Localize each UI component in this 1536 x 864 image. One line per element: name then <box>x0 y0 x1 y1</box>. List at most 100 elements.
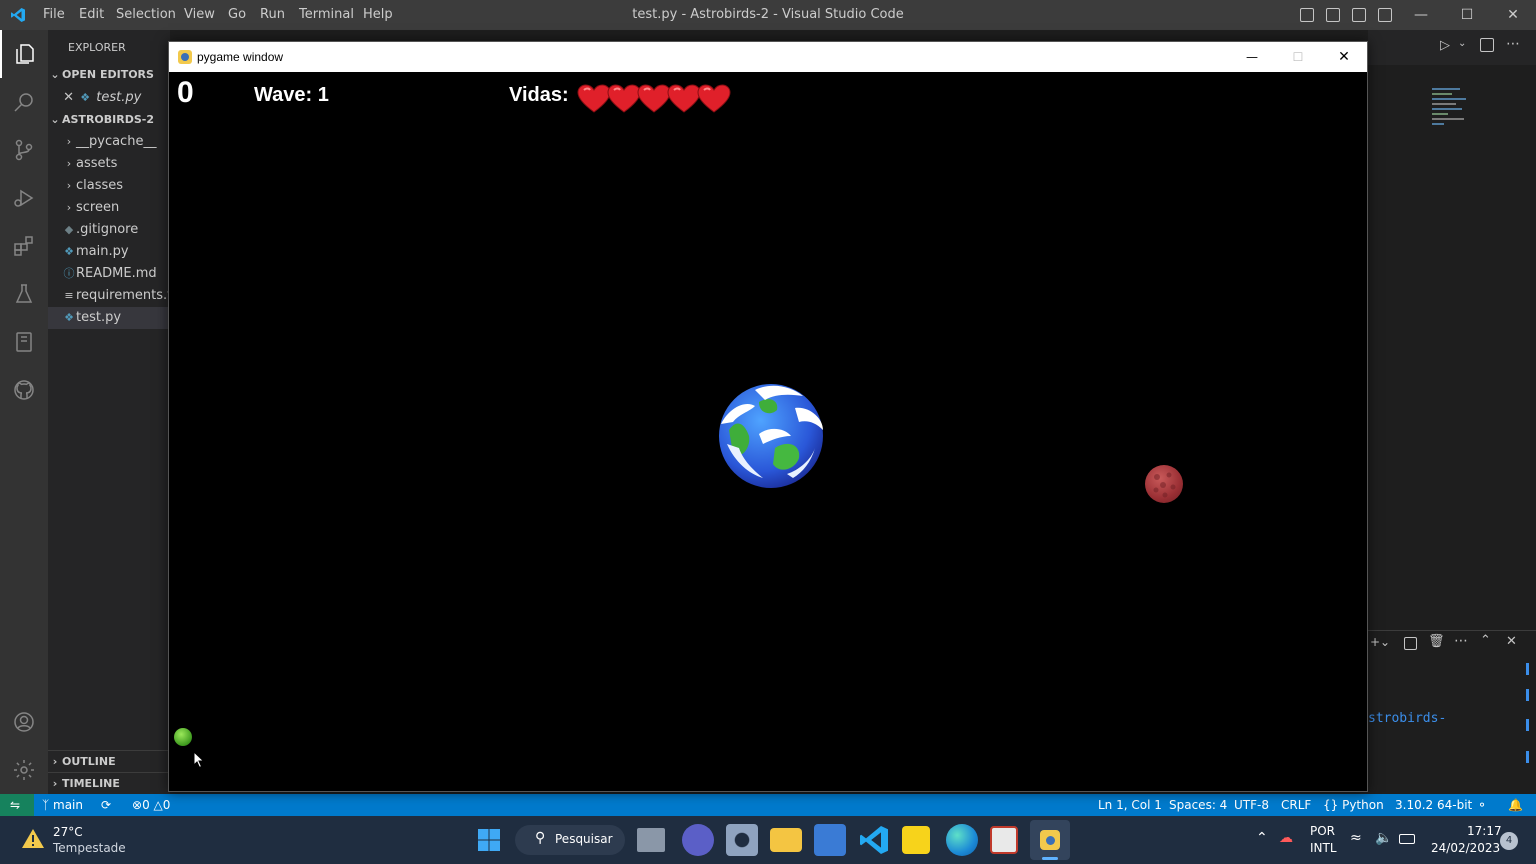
menu-terminal[interactable]: Terminal <box>299 0 354 30</box>
battery-icon[interactable] <box>1399 834 1415 844</box>
minimize-button[interactable]: — <box>1398 0 1444 30</box>
menu-selection[interactable]: Selection <box>116 0 176 30</box>
wifi-icon[interactable]: ≈ <box>1350 830 1362 846</box>
microsoft-store-icon[interactable] <box>814 824 846 856</box>
split-editor-icon[interactable] <box>1480 38 1494 52</box>
file-test-py[interactable]: ❖ test.py <box>48 307 170 329</box>
settings-gear-icon[interactable] <box>726 824 758 856</box>
weather-storm-icon[interactable] <box>20 826 46 852</box>
weather-temperature[interactable]: 27°C <box>53 825 83 839</box>
file-requirements[interactable]: ≡requirements.txt <box>48 285 170 307</box>
maximize-panel-icon[interactable]: ⌃ <box>1480 633 1491 648</box>
close-editor-icon[interactable]: ✕ <box>48 87 74 109</box>
edge-browser-icon[interactable] <box>946 824 978 856</box>
folder-screen[interactable]: › screen <box>48 197 170 219</box>
pygame-window[interactable]: pygame window — ☐ ✕ 0 Wave: 1 Vidas: <box>168 41 1368 792</box>
snipping-tool-icon[interactable] <box>990 826 1018 854</box>
tray-chevron-up-icon[interactable]: ⌃ <box>1256 830 1268 846</box>
folder-classes[interactable]: › classes <box>48 175 170 197</box>
mouse-cursor-icon <box>193 750 205 769</box>
project-header[interactable]: ⌄ ASTROBIRDS-2 <box>48 109 170 131</box>
menu-help[interactable]: Help <box>363 0 393 30</box>
folder-assets[interactable]: › assets <box>48 153 170 175</box>
file-readme[interactable]: ⓘ README.md <box>48 263 170 285</box>
encoding[interactable]: UTF-8 <box>1234 794 1269 816</box>
chevron-down-icon: ⌄ <box>50 113 60 126</box>
explorer-icon[interactable] <box>0 30 48 78</box>
more-actions-icon[interactable]: ⋯ <box>1506 36 1520 52</box>
pygame-minimize-button[interactable]: — <box>1237 42 1267 72</box>
game-canvas[interactable]: 0 Wave: 1 Vidas: <box>169 72 1367 791</box>
notifications-bell-icon[interactable]: 🔔 <box>1508 794 1523 816</box>
menu-edit[interactable]: Edit <box>79 0 104 30</box>
github-icon[interactable] <box>0 366 48 414</box>
task-view-icon[interactable] <box>637 828 665 852</box>
windows-start-icon[interactable] <box>477 828 501 852</box>
indentation[interactable]: Spaces: 4 <box>1169 794 1227 816</box>
onedrive-error-icon[interactable]: ☁ <box>1279 830 1293 846</box>
sync-icon[interactable]: ⟳ <box>101 794 111 816</box>
editor-tab-bar: ▷ ⌄ ⋯ <box>1368 30 1536 65</box>
input-language-line2[interactable]: INTL <box>1310 841 1337 855</box>
pygame-maximize-button[interactable]: ☐ <box>1283 42 1313 72</box>
clock-time[interactable]: 17:17 <box>1467 824 1502 838</box>
teams-chat-icon[interactable] <box>682 824 714 856</box>
pygame-taskbar-icon[interactable] <box>1030 820 1070 860</box>
accounts-icon[interactable] <box>0 698 48 746</box>
extensions-icon[interactable] <box>0 222 48 270</box>
python-interpreter[interactable]: 3.10.2 64-bit <box>1395 794 1472 816</box>
taskbar-search-box[interactable]: ⚲ Pesquisar <box>515 825 625 855</box>
trash-icon[interactable]: 🗑 <box>1428 634 1445 649</box>
menu-view[interactable]: View <box>184 0 215 30</box>
open-editors-header[interactable]: ⌄ OPEN EDITORS <box>48 64 170 86</box>
feedback-icon[interactable]: ⚬ <box>1477 794 1487 816</box>
menu-file[interactable]: File <box>43 0 65 30</box>
language-mode[interactable]: {} Python <box>1323 794 1384 816</box>
sticky-notes-icon[interactable] <box>902 826 930 854</box>
file-explorer-icon[interactable] <box>770 828 802 852</box>
file-main-py[interactable]: ❖ main.py <box>48 241 170 263</box>
chevron-down-icon: ⌄ <box>50 68 60 81</box>
outline-header[interactable]: › OUTLINE <box>48 750 170 772</box>
file-gitignore[interactable]: ◆ .gitignore <box>48 219 170 241</box>
folder-pycache[interactable]: › __pycache__ <box>48 131 170 153</box>
manage-gear-icon[interactable] <box>0 746 48 794</box>
close-button[interactable]: ✕ <box>1490 0 1536 30</box>
split-terminal-icon[interactable] <box>1404 637 1417 650</box>
info-file-icon: ⓘ <box>63 267 75 280</box>
customize-layout-icon[interactable] <box>1378 8 1392 22</box>
remote-explorer-icon[interactable] <box>0 318 48 366</box>
toggle-panel-icon[interactable] <box>1326 8 1340 22</box>
maximize-button[interactable]: ☐ <box>1444 0 1490 30</box>
timeline-header[interactable]: › TIMELINE <box>48 772 170 794</box>
menu-go[interactable]: Go <box>228 0 246 30</box>
close-panel-icon[interactable]: ✕ <box>1506 634 1517 649</box>
menu-run[interactable]: Run <box>260 0 285 30</box>
cursor-position[interactable]: Ln 1, Col 1 <box>1098 794 1162 816</box>
pygame-titlebar[interactable]: pygame window — ☐ ✕ <box>169 42 1367 72</box>
chevron-right-icon: › <box>66 179 72 192</box>
vscode-taskbar-icon[interactable] <box>858 824 890 856</box>
toggle-secondary-sidebar-icon[interactable] <box>1352 8 1366 22</box>
toggle-sidebar-icon[interactable] <box>1300 8 1314 22</box>
run-debug-icon[interactable] <box>0 174 48 222</box>
search-icon[interactable] <box>0 78 48 126</box>
testing-icon[interactable] <box>0 270 48 318</box>
notification-badge[interactable]: 4 <box>1500 832 1518 850</box>
open-editor-item[interactable]: ✕ ❖ test.py <box>48 87 170 109</box>
source-control-icon[interactable] <box>0 126 48 174</box>
clock-date[interactable]: 24/02/2023 <box>1431 841 1500 855</box>
problems-status[interactable]: ⊗0 △0 <box>132 794 170 816</box>
branch-status[interactable]: ᛉ main <box>42 794 83 816</box>
minimap[interactable] <box>1432 88 1468 138</box>
run-python-icon[interactable]: ▷ <box>1440 38 1450 53</box>
more-actions-icon[interactable]: ⋯ <box>1454 633 1468 649</box>
input-language-line1[interactable]: POR <box>1310 824 1335 838</box>
volume-muted-icon[interactable]: 🔈 <box>1375 830 1392 846</box>
line-ending[interactable]: CRLF <box>1281 794 1311 816</box>
new-terminal-icon[interactable]: +⌄ <box>1370 635 1390 649</box>
remote-indicator[interactable]: ⇋ <box>0 794 34 816</box>
pygame-close-button[interactable]: ✕ <box>1329 42 1359 72</box>
chevron-down-icon[interactable]: ⌄ <box>1458 38 1466 49</box>
weather-description[interactable]: Tempestade <box>53 841 126 855</box>
